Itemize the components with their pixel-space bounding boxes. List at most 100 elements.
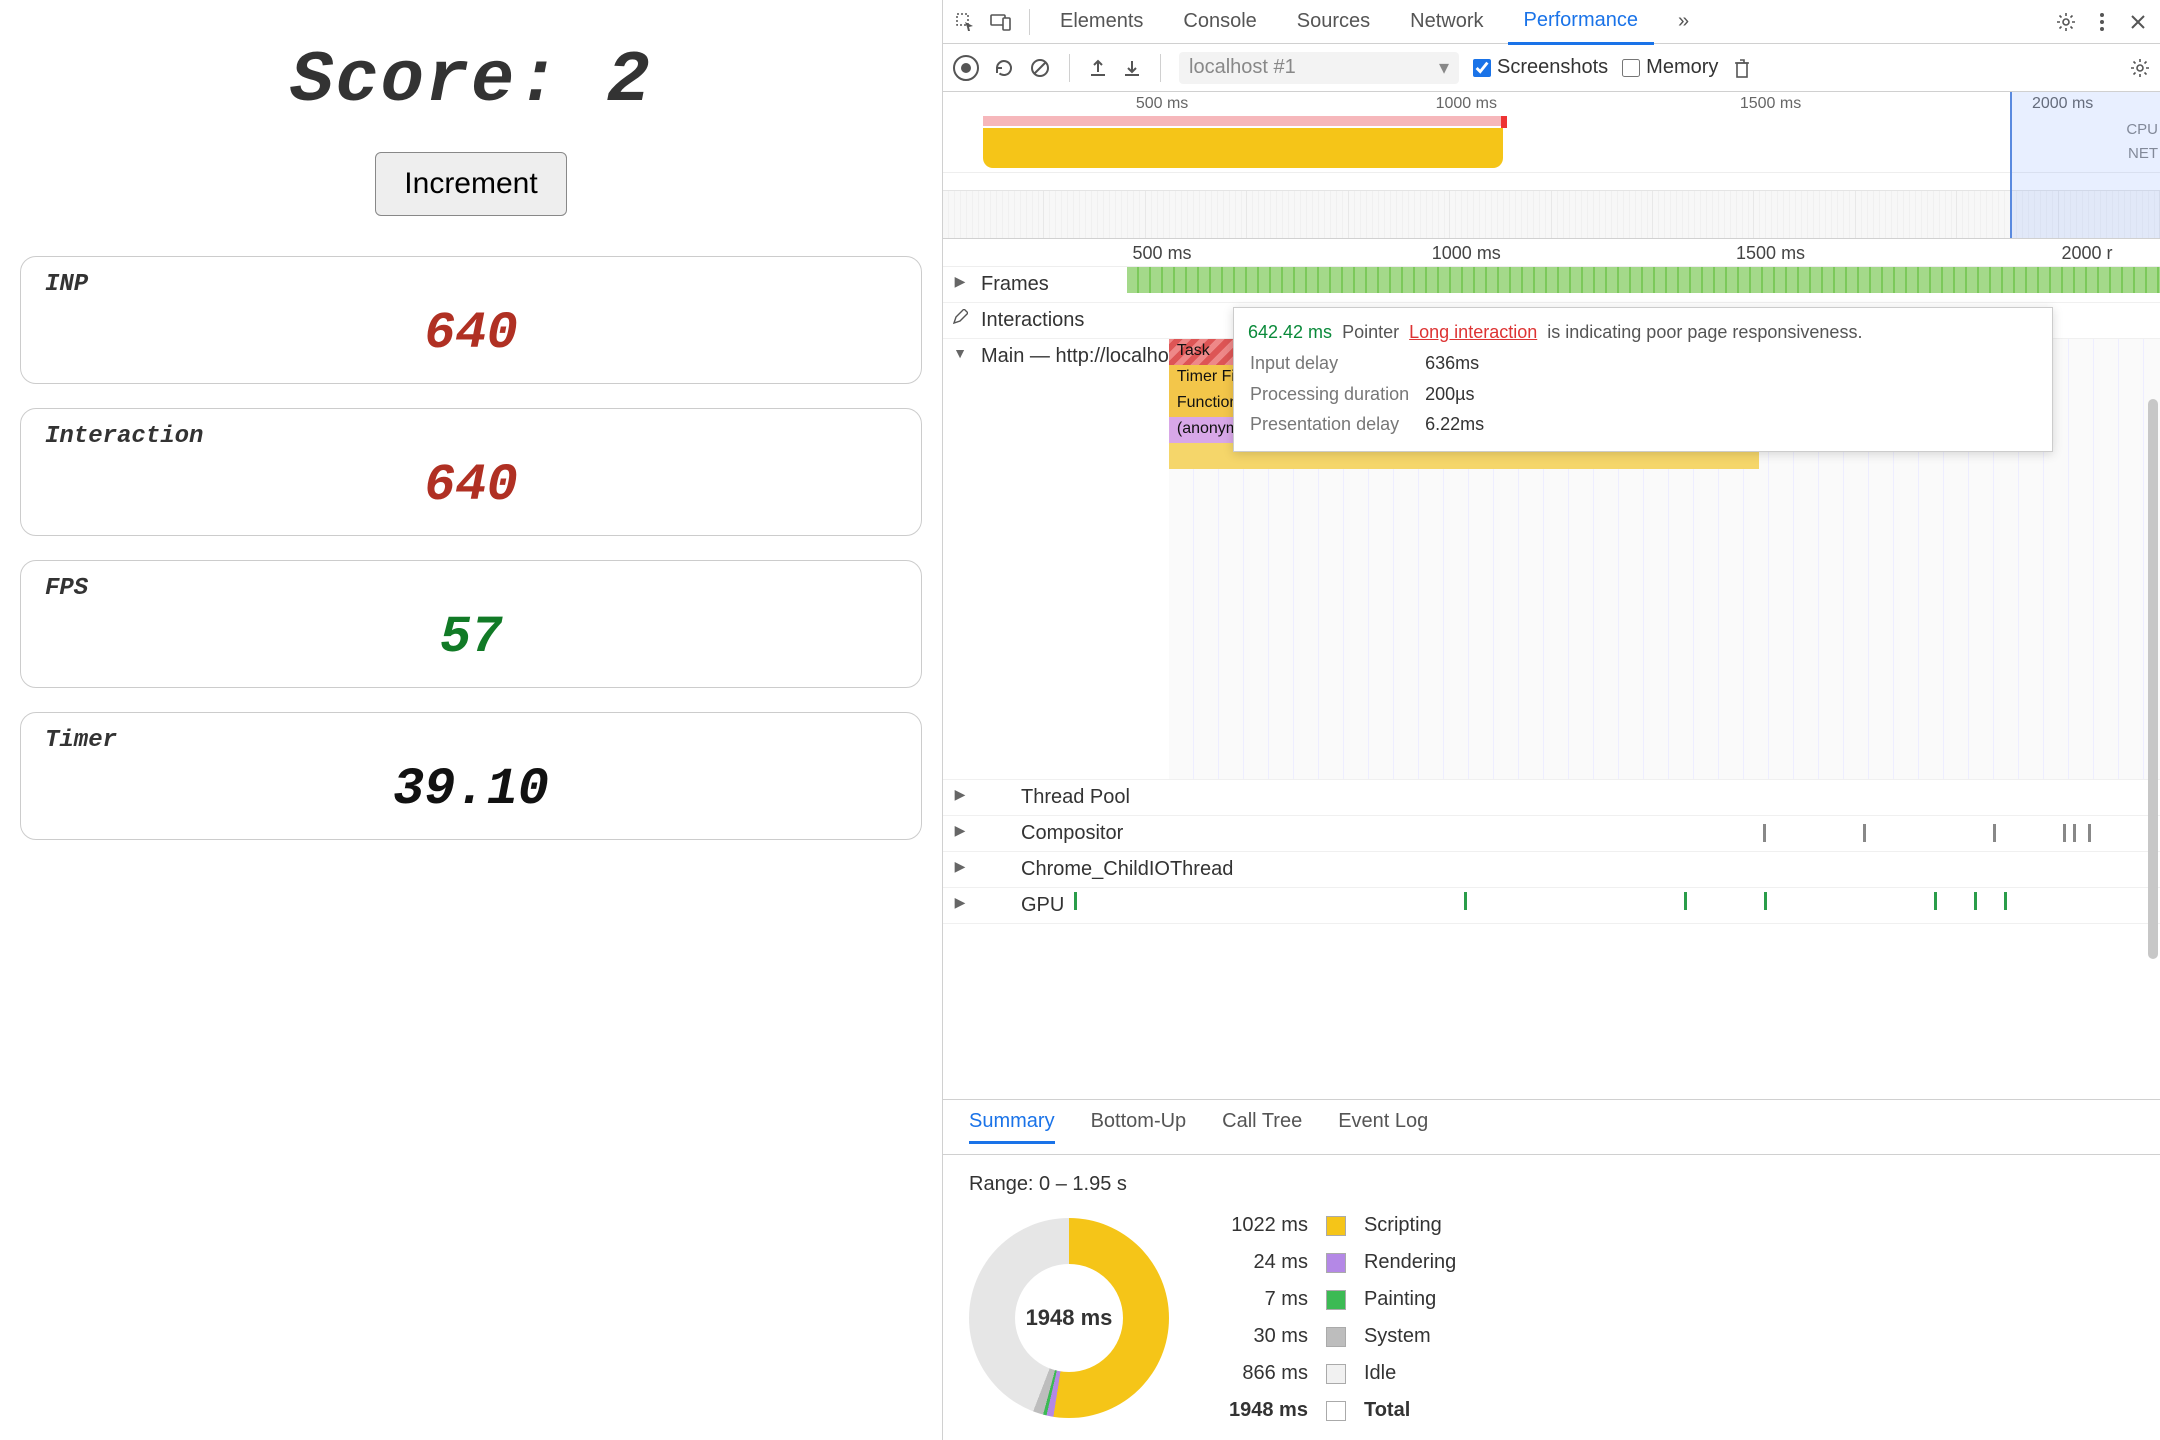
expand-icon[interactable]: ▶ xyxy=(943,888,977,923)
expand-icon[interactable]: ▶ xyxy=(943,780,977,815)
gear-icon[interactable] xyxy=(2052,8,2080,36)
app-pane: Score: 2 Increment INP 640 Interaction 6… xyxy=(0,0,942,1440)
ruler-tick: 500 ms xyxy=(1133,243,1192,264)
inspect-icon[interactable] xyxy=(951,8,979,36)
legend-name: Rendering xyxy=(1364,1251,1456,1274)
legend-ms: 1022 ms xyxy=(1229,1214,1308,1237)
interactions-track[interactable]: Interactions 642.42 ms Pointer Long inte… xyxy=(943,303,2160,339)
expand-icon[interactable]: ▶ xyxy=(943,816,977,851)
score-heading: Score: 2 xyxy=(290,40,652,122)
compositor-track[interactable]: ▶ Compositor xyxy=(943,816,2160,852)
ruler-tick: 2000 r xyxy=(2061,243,2112,264)
collapse-icon[interactable]: ▼ xyxy=(943,339,977,361)
clear-button[interactable] xyxy=(1029,57,1051,79)
frames-body xyxy=(1127,267,2160,293)
legend-name: Scripting xyxy=(1364,1214,1456,1237)
legend-swatch xyxy=(1326,1216,1346,1236)
memory-checkbox[interactable]: Memory xyxy=(1622,56,1718,79)
perf-toolbar: localhost #1 ▾ Screenshots Memory xyxy=(943,44,2160,92)
legend-ms: 866 ms xyxy=(1229,1362,1308,1385)
record-button[interactable] xyxy=(953,55,979,81)
legend-name: Idle xyxy=(1364,1362,1456,1385)
metric-label: Interaction xyxy=(45,423,897,450)
screenshots-checkbox-input[interactable] xyxy=(1473,59,1491,77)
screenshots-checkbox[interactable]: Screenshots xyxy=(1473,56,1608,79)
long-task-marker xyxy=(1501,116,1507,128)
ruler-tick: 1500 ms xyxy=(1740,95,1801,113)
metric-label: FPS xyxy=(45,575,897,602)
score-label: Score: xyxy=(290,40,606,122)
metric-cards: INP 640 Interaction 640 FPS 57 Timer 39.… xyxy=(20,256,922,840)
overview-ruler: 500 ms 1000 ms 1500 ms 2000 ms xyxy=(943,92,2160,116)
tooltip-long-interaction-link[interactable]: Long interaction xyxy=(1409,322,1537,342)
divider xyxy=(1160,54,1161,82)
device-toggle-icon[interactable] xyxy=(987,8,1015,36)
gpu-body xyxy=(1064,888,2160,914)
profile-selector-value: localhost #1 xyxy=(1189,56,1296,79)
upload-icon[interactable] xyxy=(1088,58,1108,78)
scrollbar[interactable] xyxy=(2148,399,2158,959)
legend-swatch xyxy=(1326,1327,1346,1347)
screenshots-label: Screenshots xyxy=(1497,56,1608,79)
legend-swatch xyxy=(1326,1401,1346,1421)
tt-k: Presentation delay xyxy=(1250,410,1423,439)
summary-tab-eventlog[interactable]: Event Log xyxy=(1338,1110,1428,1144)
memory-checkbox-input[interactable] xyxy=(1622,59,1640,77)
summary-range: Range: 0 – 1.95 s xyxy=(969,1173,2134,1196)
kebab-icon[interactable] xyxy=(2088,8,2116,36)
tooltip-tail: is indicating poor page responsiveness. xyxy=(1547,322,1862,342)
gpu-track[interactable]: ▶ GPU xyxy=(943,888,2160,924)
tab-performance[interactable]: Performance xyxy=(1508,0,1655,45)
flame-chart[interactable]: 500 ms 1000 ms 1500 ms 2000 r ▶ Frames I… xyxy=(943,239,2160,1100)
tt-k: Processing duration xyxy=(1250,380,1423,409)
tt-v: 636ms xyxy=(1425,349,1484,378)
devtools-tabbar: Elements Console Sources Network Perform… xyxy=(943,0,2160,44)
summary-tab-calltree[interactable]: Call Tree xyxy=(1222,1110,1302,1144)
tooltip-table: Input delay636ms Processing duration200µ… xyxy=(1248,347,1486,441)
legend-swatch xyxy=(1326,1253,1346,1273)
increment-button[interactable]: Increment xyxy=(375,152,566,216)
capture-settings-gear-icon[interactable] xyxy=(2130,58,2150,78)
download-icon[interactable] xyxy=(1122,58,1142,78)
child-io-track[interactable]: ▶ Chrome_ChildIOThread xyxy=(943,852,2160,888)
track-body xyxy=(1123,816,2160,851)
profile-selector[interactable]: localhost #1 ▾ xyxy=(1179,52,1459,84)
tab-sources[interactable]: Sources xyxy=(1281,0,1386,43)
tab-more[interactable]: » xyxy=(1662,0,1705,43)
gc-icon[interactable] xyxy=(1732,57,1752,79)
overview-selection[interactable] xyxy=(2010,92,2160,238)
legend-ms: 24 ms xyxy=(1229,1251,1308,1274)
ruler-tick: 1500 ms xyxy=(1736,243,1805,264)
overview-thumbnails xyxy=(943,190,2160,238)
legend-swatch xyxy=(1326,1364,1346,1384)
summary-tab-bottomup[interactable]: Bottom-Up xyxy=(1091,1110,1187,1144)
metric-value: 640 xyxy=(45,304,897,363)
tt-v: 200µs xyxy=(1425,380,1484,409)
summary-tab-summary[interactable]: Summary xyxy=(969,1110,1055,1144)
summary-donut: 1948 ms xyxy=(969,1218,1169,1418)
donut-center: 1948 ms xyxy=(969,1218,1169,1418)
score-value: 2 xyxy=(607,40,652,122)
edit-icon[interactable] xyxy=(943,303,977,338)
child-io-label: Chrome_ChildIOThread xyxy=(977,852,1233,887)
overview-strip[interactable]: 500 ms 1000 ms 1500 ms 2000 ms CPU NET xyxy=(943,92,2160,239)
thread-pool-track[interactable]: ▶ Thread Pool xyxy=(943,780,2160,816)
overview-cpu xyxy=(943,116,2160,172)
expand-icon[interactable]: ▶ xyxy=(943,267,977,302)
flame-ruler: 500 ms 1000 ms 1500 ms 2000 r xyxy=(943,239,2160,267)
divider xyxy=(1069,54,1070,82)
compositor-label: Compositor xyxy=(977,816,1123,851)
reload-record-button[interactable] xyxy=(993,57,1015,79)
close-icon[interactable] xyxy=(2124,8,2152,36)
metric-card-timer: Timer 39.10 xyxy=(20,712,922,840)
frames-track[interactable]: ▶ Frames xyxy=(943,267,2160,303)
expand-icon[interactable]: ▶ xyxy=(943,852,977,887)
tab-network[interactable]: Network xyxy=(1394,0,1499,43)
summary-body: Range: 0 – 1.95 s 1948 ms 1022 ms Scripti… xyxy=(943,1155,2160,1440)
summary-tabs: Summary Bottom-Up Call Tree Event Log xyxy=(943,1100,2160,1155)
tab-elements[interactable]: Elements xyxy=(1044,0,1159,43)
tab-console[interactable]: Console xyxy=(1167,0,1272,43)
memory-label: Memory xyxy=(1646,56,1718,79)
track-body xyxy=(1233,852,2160,887)
metric-card-interaction: Interaction 640 xyxy=(20,408,922,536)
